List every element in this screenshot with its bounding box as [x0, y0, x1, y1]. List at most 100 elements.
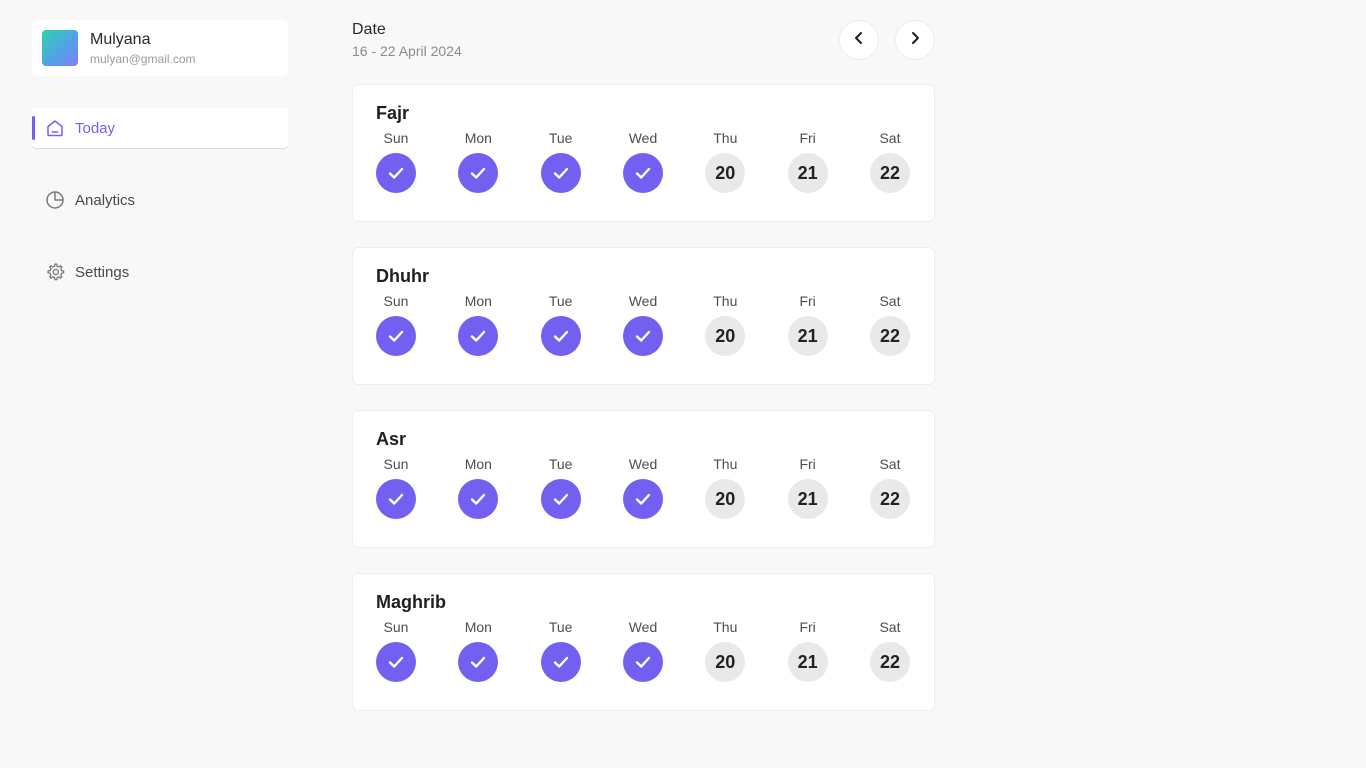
pending-day-toggle[interactable]: 22	[869, 316, 910, 356]
day-label: Thu	[713, 293, 738, 309]
date-header: Date 16 - 22 April 2024	[352, 20, 935, 84]
user-profile[interactable]: Mulyana mulyan@gmail.com	[32, 20, 288, 76]
day-label: Fri	[799, 293, 816, 309]
pending-day-toggle[interactable]: 21	[787, 153, 828, 193]
completed-day-toggle[interactable]	[622, 642, 663, 682]
day-label: Sat	[879, 293, 901, 309]
completed-day-toggle[interactable]	[458, 153, 499, 193]
day-label: Thu	[713, 619, 738, 635]
completed-day-toggle[interactable]	[458, 316, 499, 356]
day-sat: Sat 22	[869, 129, 910, 193]
day-sat: Sat 22	[869, 618, 910, 682]
completed-day-toggle[interactable]	[540, 479, 581, 519]
day-thu: Thu 20	[705, 129, 746, 193]
day-label: Thu	[713, 130, 738, 146]
day-thu: Thu 20	[705, 292, 746, 356]
completed-day-toggle[interactable]	[376, 479, 416, 519]
pending-day-toggle[interactable]: 21	[787, 479, 828, 519]
sidebar-item-today[interactable]: Today	[32, 108, 288, 148]
sidebar-item-analytics[interactable]: Analytics	[32, 180, 288, 220]
day-row: Sun Mon Tue Wed Thu 20 Fri 21 Sat 22	[376, 129, 910, 193]
previous-week-button[interactable]	[839, 20, 879, 60]
day-wed: Wed	[622, 455, 663, 519]
day-date: 21	[797, 488, 818, 509]
day-label: Fri	[799, 619, 816, 635]
pending-day-toggle[interactable]: 22	[869, 479, 910, 519]
profile-text: Mulyana mulyan@gmail.com	[90, 30, 196, 67]
day-label: Sun	[383, 619, 409, 635]
day-label: Sun	[383, 293, 409, 309]
day-label: Thu	[713, 456, 738, 472]
completed-day-toggle[interactable]	[458, 642, 499, 682]
day-date: 22	[879, 651, 900, 672]
check-icon	[468, 652, 488, 672]
user-email: mulyan@gmail.com	[90, 51, 196, 66]
day-label: Fri	[799, 456, 816, 472]
chevron-left-icon	[851, 30, 867, 51]
completed-day-toggle[interactable]	[376, 153, 416, 193]
day-mon: Mon	[458, 292, 499, 356]
day-mon: Mon	[458, 129, 499, 193]
day-label: Mon	[464, 456, 492, 472]
day-label: Fri	[799, 130, 816, 146]
check-icon	[386, 163, 406, 183]
pending-day-toggle[interactable]: 21	[787, 316, 828, 356]
check-icon	[633, 489, 653, 509]
day-sun: Sun	[376, 455, 416, 519]
day-label: Mon	[464, 293, 492, 309]
pending-day-toggle[interactable]: 20	[705, 479, 746, 519]
day-wed: Wed	[622, 129, 663, 193]
pending-day-toggle[interactable]: 20	[705, 316, 746, 356]
day-label: Mon	[464, 619, 492, 635]
next-week-button[interactable]	[895, 20, 935, 60]
prayer-name: Maghrib	[376, 592, 446, 612]
day-label: Tue	[548, 456, 573, 472]
day-label: Wed	[628, 456, 658, 472]
check-icon	[551, 652, 571, 672]
day-wed: Wed	[622, 292, 663, 356]
prayer-card-fajr: Fajr Sun Mon Tue Wed Thu 20 Fri 21 Sat 22	[352, 84, 935, 222]
pending-day-toggle[interactable]: 22	[869, 153, 910, 193]
main-content: Date 16 - 22 April 2024 Fajr Sun Mon Tue Wed…	[352, 20, 935, 736]
sidebar-item-label: Settings	[75, 263, 130, 281]
completed-day-toggle[interactable]	[540, 153, 581, 193]
prayer-name: Asr	[376, 429, 407, 449]
pending-day-toggle[interactable]: 20	[705, 642, 746, 682]
pending-day-toggle[interactable]: 22	[869, 642, 910, 682]
completed-day-toggle[interactable]	[540, 642, 581, 682]
day-date: 22	[879, 488, 900, 509]
check-icon	[551, 489, 571, 509]
day-label: Tue	[548, 130, 573, 146]
check-icon	[551, 163, 571, 183]
day-date: 21	[797, 325, 818, 346]
day-date: 22	[879, 162, 900, 183]
day-date: 21	[797, 651, 818, 672]
day-thu: Thu 20	[705, 618, 746, 682]
pending-day-toggle[interactable]: 20	[705, 153, 746, 193]
user-name: Mulyana	[90, 30, 151, 48]
sidebar-item-label: Analytics	[75, 191, 136, 209]
pending-day-toggle[interactable]: 21	[787, 642, 828, 682]
sidebar-item-label: Today	[75, 119, 116, 137]
day-fri: Fri 21	[787, 455, 828, 519]
completed-day-toggle[interactable]	[622, 316, 663, 356]
day-fri: Fri 21	[787, 129, 828, 193]
prayer-card-maghrib: Maghrib Sun Mon Tue Wed Thu 20 Fri 21 Sat 22	[352, 573, 935, 711]
completed-day-toggle[interactable]	[622, 479, 663, 519]
gear-icon	[45, 262, 65, 282]
completed-day-toggle[interactable]	[540, 316, 581, 356]
day-label: Mon	[464, 130, 492, 146]
day-sun: Sun	[376, 292, 416, 356]
completed-day-toggle[interactable]	[376, 316, 416, 356]
day-row: Sun Mon Tue Wed Thu 20 Fri 21 Sat 22	[376, 292, 910, 356]
check-icon	[468, 163, 488, 183]
completed-day-toggle[interactable]	[622, 153, 663, 193]
completed-day-toggle[interactable]	[458, 479, 499, 519]
sidebar-item-settings[interactable]: Settings	[32, 252, 288, 292]
check-icon	[468, 489, 488, 509]
day-sat: Sat 22	[869, 292, 910, 356]
day-date: 20	[715, 488, 736, 509]
check-icon	[386, 652, 406, 672]
prayer-card-dhuhr: Dhuhr Sun Mon Tue Wed Thu 20 Fri 21 Sat 22	[352, 247, 935, 385]
completed-day-toggle[interactable]	[376, 642, 416, 682]
